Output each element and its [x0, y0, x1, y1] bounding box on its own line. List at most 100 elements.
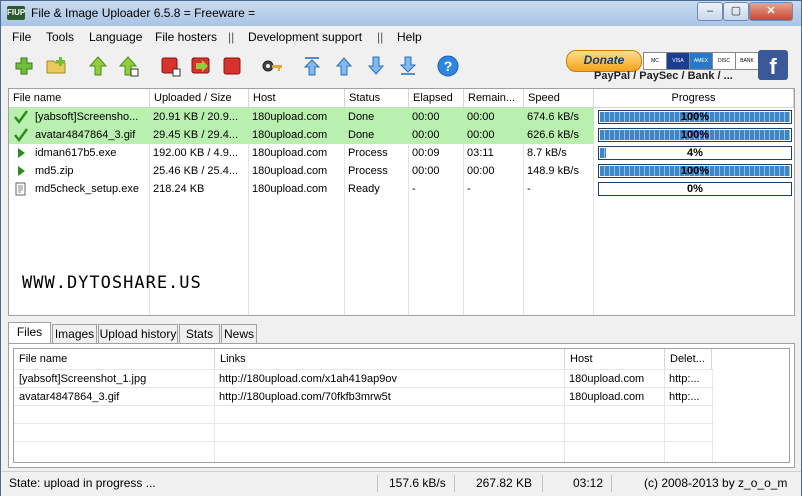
- check-icon: [14, 128, 29, 143]
- menu-development-support[interactable]: Development support: [248, 30, 362, 44]
- column-header-elapsed[interactable]: Elapsed: [409, 89, 464, 108]
- progress-bar: 0%: [598, 182, 792, 196]
- stop-icon[interactable]: [159, 55, 181, 77]
- status-total-size: 267.82 KB: [476, 476, 533, 490]
- menu-separator: ||: [228, 30, 235, 44]
- upload-file-name: idman617b5.exe: [35, 147, 117, 159]
- upload-size: 218.24 KB: [153, 183, 205, 195]
- menu-file-hosters[interactable]: File hosters: [155, 30, 217, 44]
- column-divider: [712, 369, 713, 462]
- column-header-progress[interactable]: Progress: [594, 89, 794, 108]
- upload-size: 25.46 KB / 25.4...: [153, 165, 239, 177]
- upload-file-name: [yabsoft]Screensho...: [35, 111, 139, 123]
- tab-files[interactable]: Files: [8, 322, 51, 344]
- menu-help[interactable]: Help: [397, 30, 422, 44]
- progress-bar: 100%: [598, 110, 792, 124]
- links-table: File name Links Host Delet... [yabsoft]S…: [13, 348, 790, 463]
- app-window: FIUP File & Image Uploader 6.5.8 = Freew…: [0, 0, 802, 496]
- tab-images[interactable]: Images: [52, 324, 97, 343]
- menu-file[interactable]: File: [12, 30, 31, 44]
- resume-icon[interactable]: [190, 55, 212, 77]
- column-header-delete[interactable]: Delet...: [665, 349, 712, 369]
- maximize-button[interactable]: ▢: [723, 2, 749, 21]
- row-divider: [14, 441, 714, 442]
- link-row-host[interactable]: 180upload.com: [564, 370, 664, 388]
- column-header-link-host[interactable]: Host: [565, 349, 665, 369]
- move-up-green-icon[interactable]: [87, 55, 109, 77]
- upload-elapsed: 00:00: [412, 129, 440, 141]
- upload-row[interactable]: idman617b5.exe 192.00 KB / 4.9... 180uploa…: [9, 144, 794, 162]
- facebook-icon[interactable]: f: [758, 50, 788, 80]
- upload-row[interactable]: md5.zip 25.46 KB / 25.4... 180upload.com Pr…: [9, 162, 794, 180]
- upload-host: 180upload.com: [252, 165, 328, 177]
- link-row-url[interactable]: http://180upload.com/70fkfb3mrw5t: [214, 388, 564, 406]
- close-button[interactable]: ✕: [749, 2, 793, 21]
- progress-percent: 100%: [680, 129, 710, 141]
- column-header-uploaded-size[interactable]: Uploaded / Size: [150, 89, 249, 108]
- column-header-remaining[interactable]: Remain...: [464, 89, 524, 108]
- arrow-top-icon[interactable]: [301, 55, 323, 77]
- progress-bar: 100%: [598, 128, 792, 142]
- arrow-up-icon[interactable]: [333, 55, 355, 77]
- upload-remaining: 00:00: [467, 129, 495, 141]
- upload-speed: 8.7 kB/s: [527, 147, 567, 159]
- donate-button[interactable]: Donate: [566, 50, 642, 72]
- status-time: 03:12: [573, 476, 604, 490]
- play-icon: [18, 166, 25, 176]
- link-row-delete[interactable]: http:...: [664, 370, 712, 388]
- link-row-host[interactable]: 180upload.com: [564, 388, 664, 406]
- upload-size: 20.91 KB / 20.9...: [153, 111, 239, 123]
- add-files-icon[interactable]: [13, 55, 35, 77]
- upload-row[interactable]: avatar4847864_3.gif 29.45 KB / 29.4... 180…: [9, 126, 794, 144]
- status-bar: State: upload in progress ... 157.6 kB/s…: [1, 471, 801, 496]
- column-header-speed[interactable]: Speed: [524, 89, 594, 108]
- link-row-file-name[interactable]: avatar4847864_3.gif: [14, 388, 214, 406]
- amex-icon: AMEX: [689, 52, 713, 70]
- upload-row[interactable]: md5check_setup.exe 218.24 KB 180upload.com…: [9, 180, 794, 198]
- column-header-file-name[interactable]: File name: [9, 89, 150, 108]
- tab-upload-history[interactable]: Upload history: [98, 324, 178, 343]
- upload-remaining: -: [467, 183, 471, 195]
- upload-file-name: md5.zip: [35, 165, 74, 177]
- upload-status: Ready: [348, 183, 380, 195]
- link-row-file-name[interactable]: [yabsoft]Screenshot_1.jpg: [14, 370, 214, 388]
- payment-methods-text: PayPal / PaySec / Bank / ...: [594, 70, 733, 82]
- column-header-host[interactable]: Host: [249, 89, 345, 108]
- arrow-bottom-icon[interactable]: [397, 55, 419, 77]
- upload-host: 180upload.com: [252, 111, 328, 123]
- column-header-link-file-name[interactable]: File name: [14, 349, 215, 369]
- link-row-delete[interactable]: http:...: [664, 388, 712, 406]
- upload-speed: 674.6 kB/s: [527, 111, 579, 123]
- column-header-status[interactable]: Status: [345, 89, 409, 108]
- tab-stats[interactable]: Stats: [179, 324, 220, 343]
- move-up-all-icon[interactable]: [117, 55, 139, 77]
- app-logo-icon: FIUP: [7, 6, 25, 20]
- upload-host: 180upload.com: [252, 183, 328, 195]
- link-row-url[interactable]: http://180upload.com/x1ah419ap9ov: [214, 370, 564, 388]
- title-bar: FIUP File & Image Uploader 6.5.8 = Freew…: [1, 1, 801, 26]
- status-separator: [454, 475, 455, 492]
- help-icon[interactable]: ?: [437, 55, 459, 77]
- menu-tools[interactable]: Tools: [46, 30, 74, 44]
- status-separator: [377, 475, 378, 492]
- upload-speed: 626.6 kB/s: [527, 129, 579, 141]
- upload-host: 180upload.com: [252, 147, 328, 159]
- status-separator: [542, 475, 543, 492]
- upload-file-name: md5check_setup.exe: [35, 183, 139, 195]
- upload-size: 29.45 KB / 29.4...: [153, 129, 239, 141]
- column-header-links[interactable]: Links: [215, 349, 565, 369]
- menu-language[interactable]: Language: [89, 30, 142, 44]
- minimize-button[interactable]: –: [697, 2, 723, 21]
- tab-news[interactable]: News: [221, 324, 257, 343]
- add-folder-icon[interactable]: [45, 55, 67, 77]
- upload-remaining: 03:11: [467, 147, 494, 159]
- key-icon[interactable]: [261, 55, 283, 77]
- stop-all-icon[interactable]: [221, 55, 243, 77]
- upload-host: 180upload.com: [252, 129, 328, 141]
- bottom-tabs: Files Images Upload history Stats News: [8, 322, 795, 344]
- window-title: File & Image Uploader 6.5.8 = Freeware =: [31, 6, 256, 20]
- upload-row[interactable]: [yabsoft]Screensho... 20.91 KB / 20.9... 1…: [9, 108, 794, 126]
- svg-text:?: ?: [444, 58, 453, 74]
- bank-icon: BANK: [735, 52, 759, 70]
- arrow-down-icon[interactable]: [365, 55, 387, 77]
